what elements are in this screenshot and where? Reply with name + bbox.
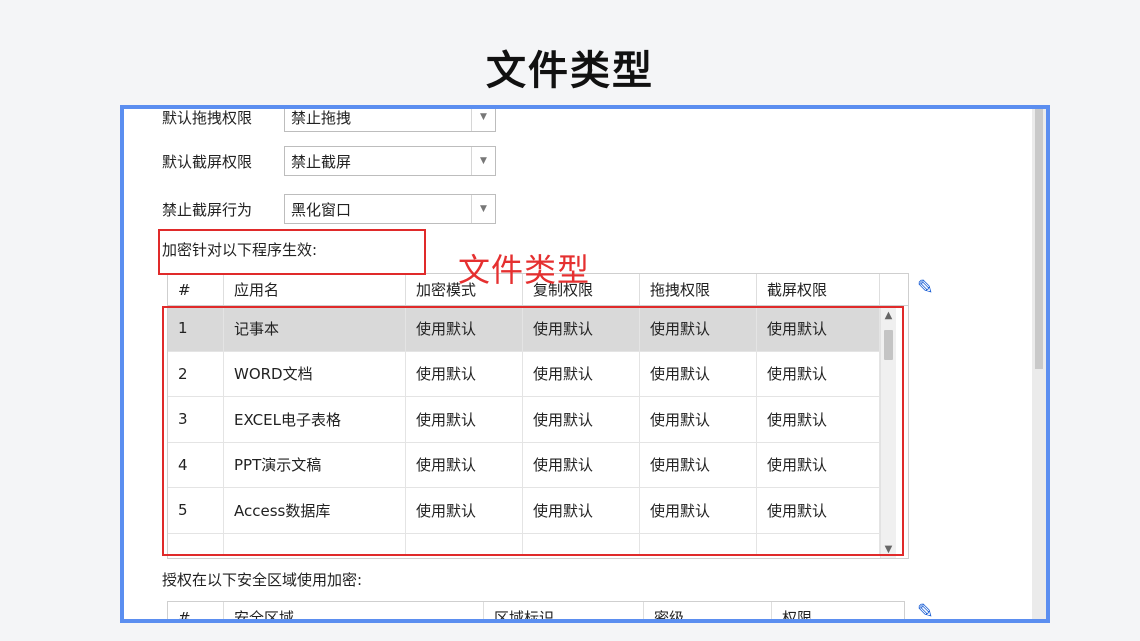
row-index: 2: [168, 351, 224, 396]
table-header: # 安全区域 区域标识 密级 权限: [168, 602, 904, 619]
column-header[interactable]: 区域标识: [484, 602, 644, 619]
chevron-down-icon[interactable]: ▼: [881, 540, 896, 558]
encrypt-mode-cell[interactable]: 使用默认: [406, 488, 523, 533]
row-index: 3: [168, 397, 224, 442]
setting-label: 默认截屏权限: [162, 152, 253, 171]
screenshot-permission-cell[interactable]: 使用默认: [757, 306, 880, 351]
copy-permission-cell[interactable]: 使用默认: [523, 351, 640, 396]
select-value: 禁止截屏: [291, 152, 352, 171]
column-header[interactable]: 截屏权限: [757, 274, 880, 305]
column-header[interactable]: 应用名: [224, 274, 406, 305]
encrypt-mode-cell[interactable]: 使用默认: [406, 397, 523, 442]
app-name-cell: PPT演示文稿: [224, 442, 406, 487]
setting-label: 禁止截屏行为: [162, 200, 253, 219]
setting-row-drag: 默认拖拽权限 禁止拖拽 ▼: [162, 108, 496, 132]
row-index: 1: [168, 306, 224, 351]
table-row[interactable]: 1 记事本 使用默认 使用默认 使用默认 使用默认: [168, 306, 880, 352]
encrypt-mode-cell[interactable]: 使用默认: [406, 351, 523, 396]
screenshot-behavior-select[interactable]: 黑化窗口 ▼: [284, 194, 496, 224]
column-header[interactable]: #: [168, 274, 224, 305]
table-row-partial: [168, 533, 880, 554]
slide-title: 文件类型: [486, 48, 654, 94]
screenshot-permission-cell[interactable]: 使用默认: [757, 397, 880, 442]
setting-row-screenshot-behavior: 禁止截屏行为 黑化窗口 ▼: [162, 194, 496, 224]
encrypt-mode-cell[interactable]: 使用默认: [406, 442, 523, 487]
encrypt-mode-cell[interactable]: 使用默认: [406, 306, 523, 351]
table-scrollbar[interactable]: ▲ ▼: [880, 306, 896, 558]
chevron-down-icon[interactable]: ▼: [471, 195, 495, 223]
drag-permission-cell[interactable]: 使用默认: [640, 442, 757, 487]
screenshot-frame: 默认拖拽权限 禁止拖拽 ▼ 默认截屏权限 禁止截屏 ▼ 禁止截屏行为 黑化窗口 …: [120, 105, 1050, 623]
zone-table: # 安全区域 区域标识 密级 权限: [167, 601, 905, 619]
pencil-icon[interactable]: ✎: [917, 277, 934, 297]
select-value: 禁止拖拽: [291, 108, 352, 127]
row-index: 5: [168, 488, 224, 533]
screenshot-permission-cell[interactable]: 使用默认: [757, 488, 880, 533]
screenshot-permission-cell[interactable]: 使用默认: [757, 351, 880, 396]
table-row[interactable]: 2 WORD文档 使用默认 使用默认 使用默认 使用默认: [168, 351, 880, 397]
screenshot-permission-select[interactable]: 禁止截屏 ▼: [284, 146, 496, 176]
program-table: # 应用名 加密模式 复制权限 拖拽权限 截屏权限 1 记事本 使用默认 使用默…: [167, 273, 909, 559]
drag-permission-cell[interactable]: 使用默认: [640, 351, 757, 396]
drag-permission-cell[interactable]: 使用默认: [640, 306, 757, 351]
copy-permission-cell[interactable]: 使用默认: [523, 306, 640, 351]
chevron-up-icon[interactable]: ▲: [881, 306, 896, 324]
table-row[interactable]: 4 PPT演示文稿 使用默认 使用默认 使用默认 使用默认: [168, 442, 880, 488]
select-value: 黑化窗口: [291, 200, 352, 219]
slide: 文件类型 默认拖拽权限 禁止拖拽 ▼ 默认截屏权限 禁止截屏 ▼ 禁止截屏行为: [0, 0, 1140, 641]
column-header[interactable]: 安全区域: [224, 602, 484, 619]
copy-permission-cell[interactable]: 使用默认: [523, 397, 640, 442]
setting-row-screenshot: 默认截屏权限 禁止截屏 ▼: [162, 146, 496, 176]
zone-section-label: 授权在以下安全区域使用加密:: [162, 571, 363, 589]
app-name-cell: WORD文档: [224, 351, 406, 396]
column-header[interactable]: 密级: [644, 602, 772, 619]
panel-scrollbar[interactable]: [1032, 109, 1046, 619]
copy-permission-cell[interactable]: 使用默认: [523, 442, 640, 487]
copy-permission-cell[interactable]: 使用默认: [523, 488, 640, 533]
settings-panel: 默认拖拽权限 禁止拖拽 ▼ 默认截屏权限 禁止截屏 ▼ 禁止截屏行为 黑化窗口 …: [124, 109, 1046, 619]
table-body: 1 记事本 使用默认 使用默认 使用默认 使用默认 2 WORD文档 使用默认 …: [168, 306, 880, 554]
scrollbar-thumb[interactable]: [1035, 109, 1043, 369]
app-name-cell: Access数据库: [224, 488, 406, 533]
drag-permission-cell[interactable]: 使用默认: [640, 488, 757, 533]
table-row[interactable]: 3 EXCEL电子表格 使用默认 使用默认 使用默认 使用默认: [168, 397, 880, 443]
app-name-cell: EXCEL电子表格: [224, 397, 406, 442]
column-header[interactable]: 拖拽权限: [640, 274, 757, 305]
table-row[interactable]: 5 Access数据库 使用默认 使用默认 使用默认 使用默认: [168, 488, 880, 534]
chevron-down-icon[interactable]: ▼: [471, 147, 495, 175]
chevron-down-icon[interactable]: ▼: [471, 109, 495, 131]
setting-label: 默认拖拽权限: [162, 108, 253, 127]
column-header[interactable]: 权限: [772, 602, 904, 619]
encrypt-section-label: 加密针对以下程序生效:: [162, 241, 318, 259]
scrollbar-thumb[interactable]: [884, 330, 893, 360]
annotation-text: 文件类型: [458, 251, 591, 289]
pencil-icon[interactable]: ✎: [917, 601, 934, 619]
app-name-cell: 记事本: [224, 306, 406, 351]
screenshot-permission-cell[interactable]: 使用默认: [757, 442, 880, 487]
row-index: 4: [168, 442, 224, 487]
drag-permission-select[interactable]: 禁止拖拽 ▼: [284, 108, 496, 132]
column-header[interactable]: #: [168, 602, 224, 619]
drag-permission-cell[interactable]: 使用默认: [640, 397, 757, 442]
